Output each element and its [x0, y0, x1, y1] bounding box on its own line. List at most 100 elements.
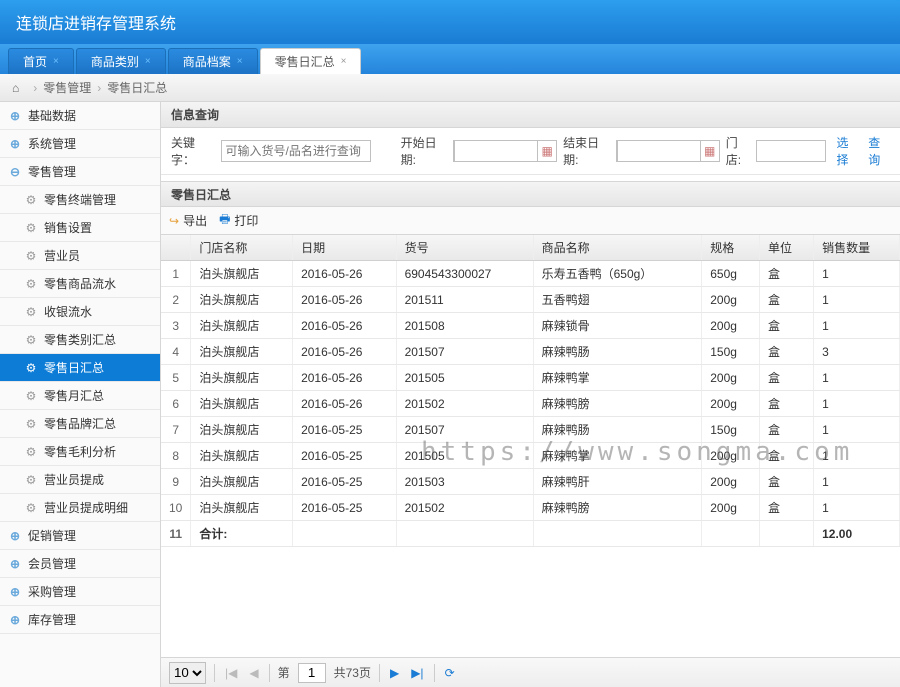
column-header[interactable]: 规格	[702, 235, 760, 261]
refresh-button[interactable]: ⟳	[443, 666, 457, 680]
sidebar-group-label: 基础数据	[28, 107, 76, 124]
breadcrumb-item: 零售日汇总	[107, 79, 167, 96]
row-number: 3	[161, 313, 191, 339]
sidebar-item[interactable]: ⚙收银流水	[0, 298, 160, 326]
sidebar-item-label: 营业员	[44, 247, 80, 264]
table-cell: 2016-05-26	[293, 287, 397, 313]
calendar-icon[interactable]: ▦	[538, 144, 556, 158]
table-cell: 2016-05-25	[293, 443, 397, 469]
sidebar-item[interactable]: ⚙营业员	[0, 242, 160, 270]
row-number: 1	[161, 261, 191, 287]
select-shop-button[interactable]: 选择	[836, 134, 858, 168]
expand-icon: ⊕	[8, 109, 22, 123]
keyword-input[interactable]	[221, 140, 371, 162]
table-row[interactable]: 4泊头旗舰店2016-05-26201507麻辣鸭肠150g盒3	[161, 339, 900, 365]
table-row[interactable]: 10泊头旗舰店2016-05-25201502麻辣鸭膀200g盒1	[161, 495, 900, 521]
first-page-button[interactable]: |◀	[223, 666, 239, 680]
sidebar-item-label: 零售品牌汇总	[44, 415, 116, 432]
table-row[interactable]: 9泊头旗舰店2016-05-25201503麻辣鸭肝200g盒1	[161, 469, 900, 495]
table-cell: 201507	[396, 417, 533, 443]
sidebar-item[interactable]: ⚙营业员提成	[0, 466, 160, 494]
sidebar-item[interactable]: ⚙零售终端管理	[0, 186, 160, 214]
page-input[interactable]	[298, 663, 326, 683]
end-date-field[interactable]	[617, 140, 701, 162]
table-row[interactable]: 8泊头旗舰店2016-05-25201505麻辣鸭掌200g盒1	[161, 443, 900, 469]
sidebar-item[interactable]: ⚙营业员提成明细	[0, 494, 160, 522]
tab-1[interactable]: 商品类别×	[76, 48, 166, 74]
sidebar-item[interactable]: ⚙零售月汇总	[0, 382, 160, 410]
sidebar-group-label: 零售管理	[28, 163, 76, 180]
tab-3[interactable]: 零售日汇总×	[260, 48, 362, 74]
sidebar-item[interactable]: ⚙零售商品流水	[0, 270, 160, 298]
sidebar-item[interactable]: ⚙零售类别汇总	[0, 326, 160, 354]
table-cell: 泊头旗舰店	[191, 469, 293, 495]
sidebar-item[interactable]: ⚙销售设置	[0, 214, 160, 242]
tab-2[interactable]: 商品档案×	[168, 48, 258, 74]
table-row[interactable]: 2泊头旗舰店2016-05-26201511五香鸭翅200g盒1	[161, 287, 900, 313]
table-cell: 1	[814, 261, 900, 287]
sidebar-item-label: 零售商品流水	[44, 275, 116, 292]
calendar-icon[interactable]: ▦	[701, 144, 719, 158]
table-row[interactable]: 6泊头旗舰店2016-05-26201502麻辣鸭膀200g盒1	[161, 391, 900, 417]
column-header[interactable]: 单位	[759, 235, 813, 261]
column-header[interactable]: 商品名称	[533, 235, 702, 261]
start-date-field[interactable]	[454, 140, 538, 162]
shop-label: 门店:	[726, 134, 751, 168]
table-row[interactable]: 7泊头旗舰店2016-05-25201507麻辣鸭肠150g盒1	[161, 417, 900, 443]
page-size-select[interactable]: 10	[169, 662, 206, 684]
table-cell: 1	[814, 391, 900, 417]
table-cell: 五香鸭翅	[533, 287, 702, 313]
total-pages: 共73页	[334, 664, 371, 681]
close-icon[interactable]: ×	[341, 56, 347, 67]
table-cell: 泊头旗舰店	[191, 339, 293, 365]
sidebar-item[interactable]: ⚙零售日汇总	[0, 354, 160, 382]
close-icon[interactable]: ×	[237, 56, 243, 67]
tab-label: 首页	[23, 53, 47, 70]
sidebar-group[interactable]: ⊕促销管理	[0, 522, 160, 550]
column-header[interactable]: 货号	[396, 235, 533, 261]
home-icon[interactable]: ⌂	[12, 81, 19, 95]
app-title: 连锁店进销存管理系统	[16, 16, 176, 33]
close-icon[interactable]: ×	[145, 56, 151, 67]
row-number: 6	[161, 391, 191, 417]
column-header[interactable]: 门店名称	[191, 235, 293, 261]
column-header[interactable]: 销售数量	[814, 235, 900, 261]
breadcrumb-item[interactable]: 零售管理	[43, 79, 91, 96]
sidebar-item[interactable]: ⚙零售毛利分析	[0, 438, 160, 466]
table-cell: 麻辣鸭掌	[533, 365, 702, 391]
export-button[interactable]: ↪ 导出	[169, 212, 207, 229]
last-page-button[interactable]: ▶|	[409, 666, 425, 680]
sidebar-group[interactable]: ⊕库存管理	[0, 606, 160, 634]
start-date-input[interactable]: ▦	[453, 140, 557, 162]
query-button[interactable]: 查询	[868, 134, 890, 168]
sidebar-group[interactable]: ⊖零售管理	[0, 158, 160, 186]
sidebar-item[interactable]: ⚙零售品牌汇总	[0, 410, 160, 438]
column-header[interactable]: 日期	[293, 235, 397, 261]
end-date-input[interactable]: ▦	[616, 140, 720, 162]
table-row[interactable]: 1泊头旗舰店2016-05-266904543300027乐寿五香鸭（650g）…	[161, 261, 900, 287]
tab-0[interactable]: 首页 ×	[8, 48, 74, 74]
data-table: 门店名称日期货号商品名称规格单位销售数量 1泊头旗舰店2016-05-26690…	[161, 235, 900, 547]
toolbar: ↪ 导出 🖶 打印	[161, 207, 900, 235]
table-cell: 泊头旗舰店	[191, 313, 293, 339]
table-row[interactable]: 5泊头旗舰店2016-05-26201505麻辣鸭掌200g盒1	[161, 365, 900, 391]
prev-page-button[interactable]: ◀	[247, 666, 260, 680]
close-icon[interactable]: ×	[53, 56, 59, 67]
table-header-row: 门店名称日期货号商品名称规格单位销售数量	[161, 235, 900, 261]
gear-icon: ⚙	[24, 333, 38, 347]
table-cell: 盒	[759, 313, 813, 339]
table-cell: 200g	[702, 365, 760, 391]
sidebar-group[interactable]: ⊕采购管理	[0, 578, 160, 606]
sidebar-group[interactable]: ⊕系统管理	[0, 130, 160, 158]
table-cell: 201507	[396, 339, 533, 365]
table-cell: 盒	[759, 443, 813, 469]
print-button[interactable]: 🖶 打印	[219, 210, 258, 231]
sidebar-item-label: 零售月汇总	[44, 387, 104, 404]
shop-input[interactable]	[756, 140, 826, 162]
table-cell: 200g	[702, 495, 760, 521]
sidebar-group[interactable]: ⊕会员管理	[0, 550, 160, 578]
next-page-button[interactable]: ▶	[388, 666, 401, 680]
table-row[interactable]: 3泊头旗舰店2016-05-26201508麻辣锁骨200g盒1	[161, 313, 900, 339]
row-number: 9	[161, 469, 191, 495]
sidebar-group[interactable]: ⊕ 基础数据	[0, 102, 160, 130]
